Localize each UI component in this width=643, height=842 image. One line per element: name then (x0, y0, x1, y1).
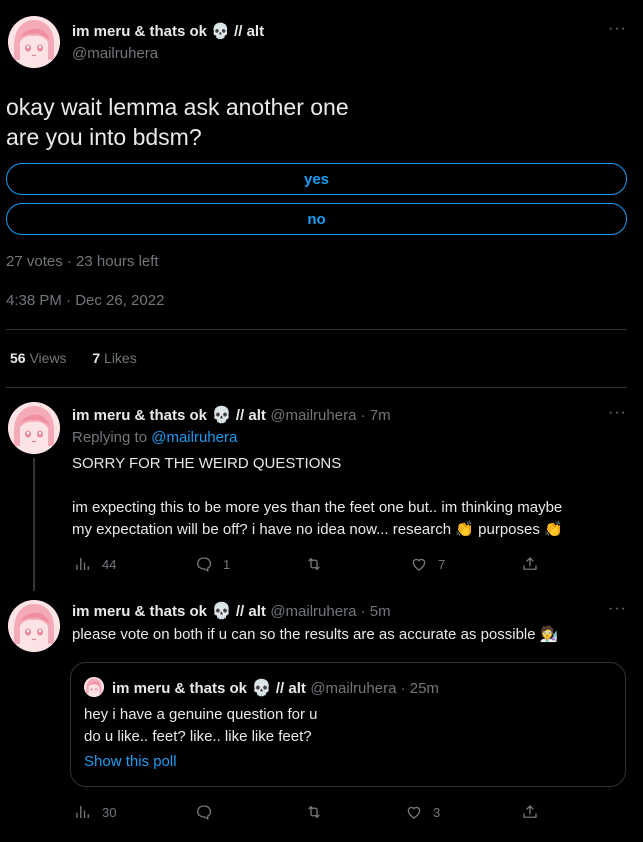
replying-handle-link[interactable]: @mailruhera (151, 429, 237, 446)
skull-emoji: 💀 (251, 680, 272, 697)
avatar[interactable] (8, 600, 60, 652)
show-poll-link[interactable]: Show this poll (84, 753, 177, 770)
tweet-stats: 56 Views 7 Likes (10, 350, 137, 366)
replying-to: Replying to @mailruhera (72, 429, 237, 446)
views-icon (76, 806, 89, 818)
retweet-button[interactable] (305, 803, 333, 821)
quote-header: im meru & thats ok 💀 // alt @mailruhera … (112, 678, 439, 698)
views-count: 30 (102, 804, 117, 820)
reply-text: please vote on both if u can so the resu… (72, 624, 632, 646)
display-name: im meru & thats ok (112, 680, 248, 697)
views-count: 44 (102, 556, 117, 572)
views-icon (76, 558, 89, 570)
avatar[interactable] (8, 402, 60, 454)
divider (6, 387, 627, 388)
replying-label: Replying to (72, 429, 148, 446)
reply-header[interactable]: im meru & thats ok 💀 // alt @mailruhera … (72, 601, 391, 621)
handle-time: @mailruhera · 5m (270, 603, 391, 620)
likes-count[interactable]: 7 (92, 350, 100, 366)
like-button[interactable]: 7 (410, 555, 445, 573)
share-button[interactable] (521, 803, 539, 821)
quote-text-line: hey i have a genuine question for u (84, 706, 318, 723)
views-label: Views (29, 350, 67, 366)
reply-button[interactable] (195, 803, 223, 821)
reply-text-line: im expecting this to be more yes than th… (72, 499, 563, 516)
poll-option-yes[interactable]: yes (6, 163, 627, 195)
more-options-icon[interactable]: ··· (608, 404, 627, 422)
thread-line (33, 458, 35, 591)
retweet-icon (308, 557, 320, 571)
reply-header[interactable]: im meru & thats ok 💀 // alt @mailruhera … (72, 405, 391, 425)
tweet-text-line: okay wait lemma ask another one (6, 94, 349, 120)
quote-text: hey i have a genuine question for u do u… (84, 704, 318, 748)
likes-label[interactable]: Likes (104, 350, 137, 366)
reply-text: SORRY FOR THE WEIRD QUESTIONS im expecti… (72, 453, 632, 541)
display-name: im meru & thats ok (72, 407, 208, 424)
reply-icon (196, 557, 212, 572)
name-suffix: // alt (234, 23, 265, 40)
reply-count: 1 (223, 556, 231, 572)
author-handle[interactable]: @mailruhera (72, 45, 158, 62)
more-options-icon[interactable]: ··· (608, 20, 627, 38)
like-count: 7 (438, 556, 446, 572)
handle-time: @mailruhera · 7m (270, 407, 391, 424)
retweet-button[interactable] (305, 555, 333, 573)
quote-avatar (84, 677, 104, 697)
poll-option-no[interactable]: no (6, 203, 627, 235)
like-count: 3 (433, 804, 441, 820)
views-button[interactable]: 44 (74, 555, 116, 573)
quote-text-line: do u like.. feet? like.. like like feet? (84, 728, 312, 745)
clap-emoji: 👏 (455, 521, 474, 538)
share-icon (523, 805, 537, 818)
views-button[interactable]: 30 (74, 803, 116, 821)
share-icon (523, 557, 537, 570)
quoted-tweet[interactable]: im meru & thats ok 💀 // alt @mailruhera … (70, 662, 626, 787)
reply-text-line: my expectation will be off? i have no id… (72, 521, 563, 538)
poll-meta: 27 votes · 23 hours left (6, 253, 159, 270)
reply-icon (196, 805, 212, 820)
tweet-text-line: are you into bdsm? (6, 124, 202, 150)
reply-text-line: SORRY FOR THE WEIRD QUESTIONS (72, 455, 342, 472)
skull-emoji: 💀 (211, 603, 232, 620)
tweet-timestamp[interactable]: 4:38 PM · Dec 26, 2022 (6, 292, 164, 309)
author-name[interactable]: im meru & thats ok 💀 // alt (72, 22, 264, 40)
avatar[interactable] (8, 16, 60, 68)
name-suffix: // alt (235, 603, 266, 620)
heart-icon (407, 806, 421, 819)
name-suffix: // alt (235, 407, 266, 424)
skull-emoji: 💀 (211, 407, 232, 424)
scientist-emoji: 🧑‍🔬 (539, 626, 559, 643)
handle-time: @mailruhera · 25m (310, 680, 439, 697)
divider (6, 329, 627, 330)
views-count: 56 (10, 350, 26, 366)
name-suffix: // alt (275, 680, 306, 697)
reply-text-line: please vote on both if u can so the resu… (72, 626, 536, 643)
display-name: im meru & thats ok (72, 603, 208, 620)
tweet-text: okay wait lemma ask another one are you … (6, 92, 349, 152)
like-button[interactable]: 3 (405, 803, 440, 821)
reply-button[interactable]: 1 (195, 555, 230, 573)
retweet-icon (308, 805, 320, 819)
skull-emoji: 💀 (211, 23, 230, 40)
heart-icon (412, 558, 426, 571)
clap-emoji: 👏 (544, 521, 563, 538)
more-options-icon[interactable]: ··· (608, 600, 627, 618)
share-button[interactable] (521, 555, 539, 573)
display-name: im meru & thats ok (72, 23, 208, 40)
